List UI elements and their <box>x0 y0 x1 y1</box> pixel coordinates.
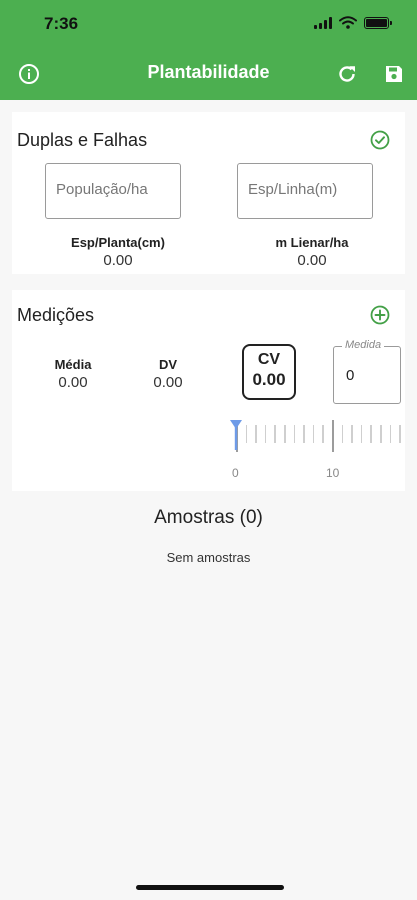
ruler-tick <box>380 425 382 443</box>
save-icon[interactable] <box>381 61 407 87</box>
ruler-tick <box>274 425 276 443</box>
amostras-empty-text: Sem amostras <box>166 550 251 565</box>
check-circle-icon[interactable] <box>369 129 391 151</box>
ruler-tick <box>351 425 353 443</box>
battery-icon <box>364 16 392 29</box>
ruler-tick <box>293 425 296 443</box>
amostras-title: Amostras (0) <box>154 507 263 528</box>
status-icons <box>314 16 392 29</box>
add-circle-icon[interactable] <box>369 304 391 326</box>
populacao-ha-placeholder: População/ha <box>56 181 148 198</box>
wifi-icon <box>339 16 357 29</box>
medida-legend: Medida <box>342 339 385 351</box>
ruler-label-0: 0 <box>232 466 239 480</box>
m-linear-value: 0.00 <box>297 252 327 269</box>
esp-planta-stat: Esp/Planta(cm) 0.00 <box>40 235 196 269</box>
medicoes-title: Medições <box>17 305 95 325</box>
status-bar: 7:36 <box>0 0 417 48</box>
esp-linha-placeholder: Esp/Linha(m) <box>248 181 338 198</box>
m-linear-label: m Lienar/ha <box>275 235 349 250</box>
esp-planta-value: 0.00 <box>103 252 133 269</box>
populacao-ha-field[interactable]: População/ha <box>45 163 181 219</box>
ruler-tick <box>360 425 363 443</box>
measurement-ruler[interactable]: 0 10 <box>222 420 405 480</box>
ruler-tick <box>370 425 372 443</box>
dv-label: DV <box>158 357 178 372</box>
ruler-tick <box>255 425 257 443</box>
ruler-tick <box>284 425 286 443</box>
medida-input[interactable]: Medida 0 <box>333 339 401 404</box>
ruler-tick <box>322 425 324 443</box>
medicoes-card: Medições Média 0.00 DV 0.00 CV 0.00 Medi… <box>12 290 405 491</box>
ruler-tick <box>399 425 401 443</box>
app-bar: Plantabilidade <box>0 48 417 100</box>
ruler-label-10: 10 <box>326 466 340 480</box>
signal-icon <box>314 16 332 29</box>
m-linear-stat: m Lienar/ha 0.00 <box>234 235 390 269</box>
esp-planta-label: Esp/Planta(cm) <box>71 235 165 250</box>
dv-value: 0.00 <box>153 374 183 391</box>
media-label: Média <box>54 357 92 372</box>
medida-value: 0 <box>346 367 355 384</box>
media-stat: Média 0.00 <box>37 357 109 391</box>
ruler-tick <box>312 425 315 443</box>
ruler-tick <box>341 425 344 443</box>
cv-box: CV 0.00 <box>242 344 296 400</box>
dv-stat: DV 0.00 <box>132 357 204 391</box>
cv-value: 0.00 <box>252 370 286 389</box>
refresh-icon[interactable] <box>334 61 360 87</box>
ruler-tick <box>245 425 248 443</box>
ruler-tick <box>303 425 305 443</box>
esp-linha-field[interactable]: Esp/Linha(m) <box>237 163 373 219</box>
duplas-falhas-card: Duplas e Falhas População/ha Esp/Linha(m… <box>12 112 405 274</box>
ruler-major-tick <box>332 420 334 452</box>
media-value: 0.00 <box>58 374 88 391</box>
ruler-tick <box>264 425 267 443</box>
status-time: 7:36 <box>44 14 79 33</box>
home-indicator <box>136 885 284 890</box>
ruler-pointer-icon[interactable] <box>230 420 242 450</box>
cv-label: CV <box>257 351 281 368</box>
ruler-tick <box>389 425 392 443</box>
duplas-falhas-title: Duplas e Falhas <box>17 130 148 150</box>
